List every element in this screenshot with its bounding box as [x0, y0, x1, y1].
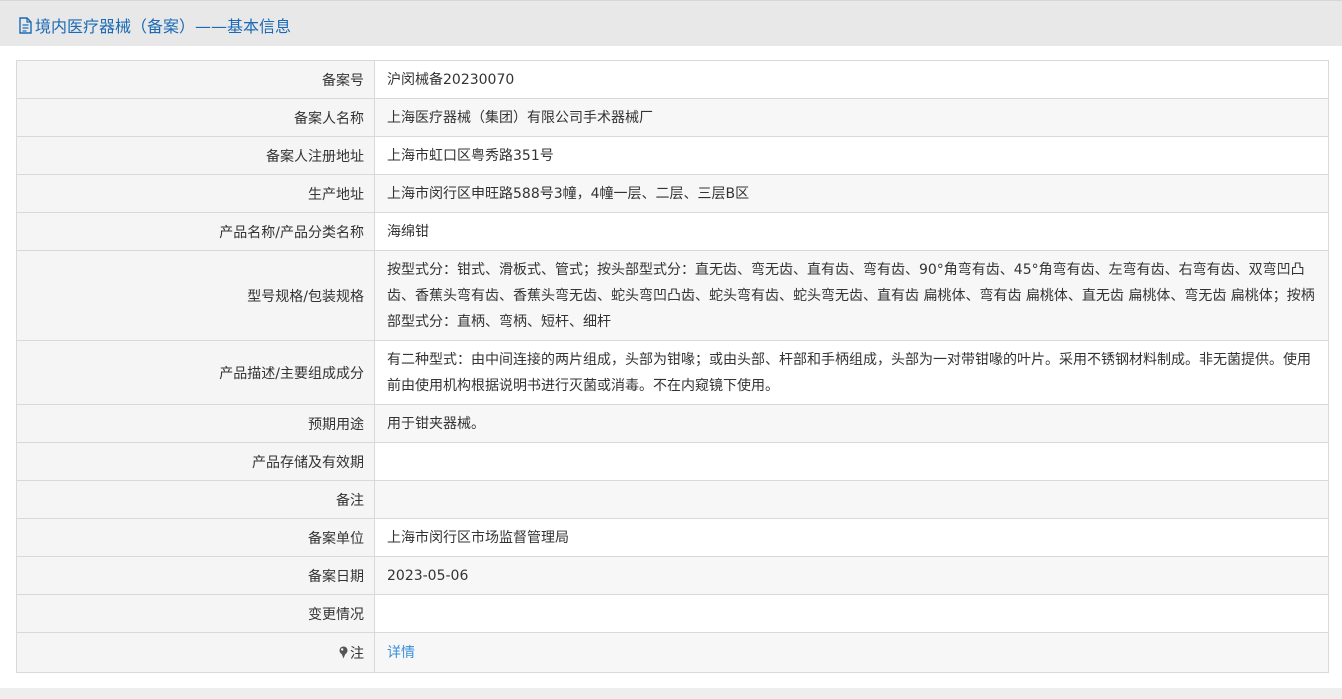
row-label: 备案单位 — [16, 518, 375, 557]
row-value: 用于钳夹器械。 — [374, 404, 1329, 443]
table-row: 预期用途 用于钳夹器械。 — [16, 404, 1329, 443]
header-bar: 境内医疗器械（备案）——基本信息 — [0, 0, 1342, 46]
row-label: 备案人名称 — [16, 98, 375, 137]
row-value: 上海医疗器械（集团）有限公司手术器械厂 — [374, 98, 1329, 137]
row-label: 产品名称/产品分类名称 — [16, 212, 375, 251]
table-row: 产品描述/主要组成成分 有二种型式：由中间连接的两片组成，头部为钳喙；或由头部、… — [16, 340, 1329, 405]
row-value: 有二种型式：由中间连接的两片组成，头部为钳喙；或由头部、杆部和手柄组成，头部为一… — [374, 340, 1329, 405]
row-label: 型号规格/包装规格 — [16, 250, 375, 341]
table-row: 变更情况 — [16, 594, 1329, 633]
table-row: 备注 — [16, 480, 1329, 519]
row-label: 生产地址 — [16, 174, 375, 213]
row-label: 产品存储及有效期 — [16, 442, 375, 481]
details-link[interactable]: 详情 — [387, 645, 415, 661]
page-title: 境内医疗器械（备案）——基本信息 — [18, 13, 291, 37]
row-label: 产品描述/主要组成成分 — [16, 340, 375, 405]
row-label: 备注 — [16, 480, 375, 519]
note-label: 注 — [16, 632, 375, 673]
row-value — [374, 442, 1329, 481]
row-value: 详情 — [374, 632, 1329, 673]
row-label: 备案日期 — [16, 556, 375, 595]
row-value: 海绵钳 — [374, 212, 1329, 251]
footer-bar — [0, 688, 1342, 699]
table-row: 备案单位 上海市闵行区市场监督管理局 — [16, 518, 1329, 557]
row-label: 备案人注册地址 — [16, 136, 375, 175]
page-title-text: 境内医疗器械（备案）——基本信息 — [35, 17, 292, 36]
table-row: 产品存储及有效期 — [16, 442, 1329, 481]
row-value: 按型式分：钳式、滑板式、管式；按头部型式分：直无齿、弯无齿、直有齿、弯有齿、90… — [374, 250, 1329, 341]
row-value: 沪闵械备20230070 — [374, 60, 1329, 99]
table-row: 生产地址 上海市闵行区申旺路588号3幢，4幢一层、二层、三层B区 — [16, 174, 1329, 213]
row-value: 上海市虹口区粤秀路351号 — [374, 136, 1329, 175]
table-row: 备案人注册地址 上海市虹口区粤秀路351号 — [16, 136, 1329, 175]
row-value — [374, 480, 1329, 519]
basic-info-table: 备案号 沪闵械备20230070 备案人名称 上海医疗器械（集团）有限公司手术器… — [16, 60, 1329, 673]
row-value — [374, 594, 1329, 633]
table-row: 型号规格/包装规格 按型式分：钳式、滑板式、管式；按头部型式分：直无齿、弯无齿、… — [16, 250, 1329, 341]
document-icon — [19, 16, 32, 34]
table-row: 备案号 沪闵械备20230070 — [16, 60, 1329, 99]
table-row: 注 详情 — [16, 632, 1329, 673]
row-value: 2023-05-06 — [374, 556, 1329, 595]
table-row: 备案人名称 上海医疗器械（集团）有限公司手术器械厂 — [16, 98, 1329, 137]
row-label: 备案号 — [16, 60, 375, 99]
row-label: 注 — [350, 645, 364, 662]
row-value: 上海市闵行区市场监督管理局 — [374, 518, 1329, 557]
table-row: 备案日期 2023-05-06 — [16, 556, 1329, 595]
pin-icon — [339, 646, 348, 658]
row-value: 上海市闵行区申旺路588号3幢，4幢一层、二层、三层B区 — [374, 174, 1329, 213]
row-label: 变更情况 — [16, 594, 375, 633]
row-label: 预期用途 — [16, 404, 375, 443]
page: 境内医疗器械（备案）——基本信息 备案号 沪闵械备20230070 备案人名称 … — [0, 0, 1342, 699]
table-row: 产品名称/产品分类名称 海绵钳 — [16, 212, 1329, 251]
